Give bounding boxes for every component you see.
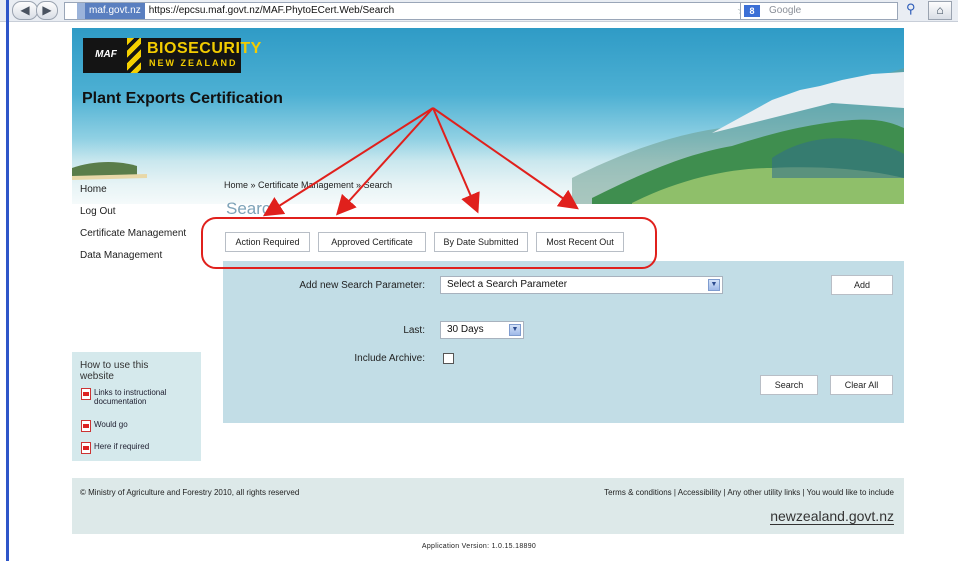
site-identity-badge[interactable]: maf.govt.nz bbox=[77, 3, 145, 19]
pdf-icon bbox=[81, 442, 91, 454]
last-period-value: 30 Days bbox=[447, 324, 484, 335]
header-banner: MAF BIOSECURITY NEW ZEALAND Plant Export… bbox=[72, 28, 904, 218]
biosecurity-logo[interactable]: MAF BIOSECURITY NEW ZEALAND bbox=[83, 38, 261, 73]
search-engine-placeholder: Google bbox=[769, 5, 802, 16]
add-button[interactable]: Add bbox=[831, 275, 893, 295]
app-title: Plant Exports Certification bbox=[82, 90, 283, 107]
how-to-use-box: How to use this website Links to instruc… bbox=[72, 352, 201, 461]
back-button[interactable]: ◀ bbox=[12, 1, 38, 20]
instructional-docs-link[interactable]: Links to instructional documentation bbox=[81, 388, 189, 406]
logo-title: BIOSECURITY bbox=[147, 40, 262, 57]
url-text[interactable]: https://epcsu.maf.govt.nz/MAF.PhytoECert… bbox=[149, 5, 394, 16]
pdf-icon bbox=[81, 388, 91, 400]
pdf-icon bbox=[81, 420, 91, 432]
app-version: Application Version: 1.0.15.18890 bbox=[421, 543, 537, 550]
home-icon: ⌂ bbox=[936, 3, 944, 17]
forward-arrow-icon: ▶ bbox=[42, 3, 52, 17]
most-recent-out-button[interactable]: Most Recent Out bbox=[536, 232, 624, 252]
nav-certificate-management[interactable]: Certificate Management bbox=[80, 228, 186, 250]
copyright-text: © Ministry of Agriculture and Forestry 2… bbox=[80, 488, 300, 497]
browser-toolbar: ◀ ▶ maf.govt.nz https://epcsu.maf.govt.nz… bbox=[0, 0, 958, 22]
back-arrow-icon: ◀ bbox=[20, 3, 30, 17]
search-parameter-value: Select a Search Parameter bbox=[447, 279, 568, 290]
magnifier-icon[interactable]: ⚲ bbox=[906, 1, 916, 17]
page-title: Search bbox=[226, 199, 280, 218]
chevron-down-icon[interactable]: ▼ bbox=[708, 279, 720, 291]
search-panel: Add new Search Parameter: Select a Searc… bbox=[223, 261, 904, 423]
google-logo-icon[interactable]: 8 bbox=[744, 5, 760, 17]
left-nav: Home Log Out Certificate Management Data… bbox=[80, 184, 186, 272]
add-parameter-label: Add new Search Parameter: bbox=[299, 280, 425, 291]
last-label: Last: bbox=[403, 325, 425, 336]
nav-log-out[interactable]: Log Out bbox=[80, 206, 186, 228]
utility-links[interactable]: Terms & conditions | Accessibility | Any… bbox=[604, 488, 894, 497]
include-archive-checkbox[interactable] bbox=[443, 353, 454, 364]
footer: © Ministry of Agriculture and Forestry 2… bbox=[72, 478, 904, 534]
home-button[interactable]: ⌂ bbox=[928, 1, 952, 20]
search-engine-box[interactable]: 8 Google bbox=[740, 2, 898, 20]
last-period-select[interactable]: 30 Days ▼ bbox=[440, 321, 524, 339]
nav-home[interactable]: Home bbox=[80, 184, 186, 206]
action-required-button[interactable]: Action Required bbox=[225, 232, 310, 252]
how-to-use-title: How to use this website bbox=[80, 360, 149, 382]
search-button[interactable]: Search bbox=[760, 375, 818, 395]
maf-logo-icon: MAF bbox=[95, 49, 117, 60]
nav-data-management[interactable]: Data Management bbox=[80, 250, 186, 272]
address-bar[interactable]: maf.govt.nz https://epcsu.maf.govt.nz/MAF… bbox=[64, 2, 772, 20]
here-if-required-link[interactable]: Here if required bbox=[81, 442, 149, 454]
govt-logo[interactable]: newzealand.govt.nz bbox=[770, 509, 894, 525]
forward-button[interactable]: ▶ bbox=[36, 1, 58, 20]
approved-certificate-button[interactable]: Approved Certificate bbox=[318, 232, 426, 252]
by-date-submitted-button[interactable]: By Date Submitted bbox=[434, 232, 528, 252]
window-edge bbox=[6, 0, 9, 561]
would-go-link[interactable]: Would go bbox=[81, 420, 128, 432]
logo-stripes bbox=[127, 38, 141, 73]
chevron-down-icon[interactable]: ▼ bbox=[509, 324, 521, 336]
include-archive-label: Include Archive: bbox=[354, 353, 425, 364]
clear-all-button[interactable]: Clear All bbox=[830, 375, 893, 395]
breadcrumb[interactable]: Home » Certificate Management » Search bbox=[224, 180, 392, 190]
search-parameter-select[interactable]: Select a Search Parameter ▼ bbox=[440, 276, 723, 294]
logo-subtitle: NEW ZEALAND bbox=[149, 58, 238, 68]
